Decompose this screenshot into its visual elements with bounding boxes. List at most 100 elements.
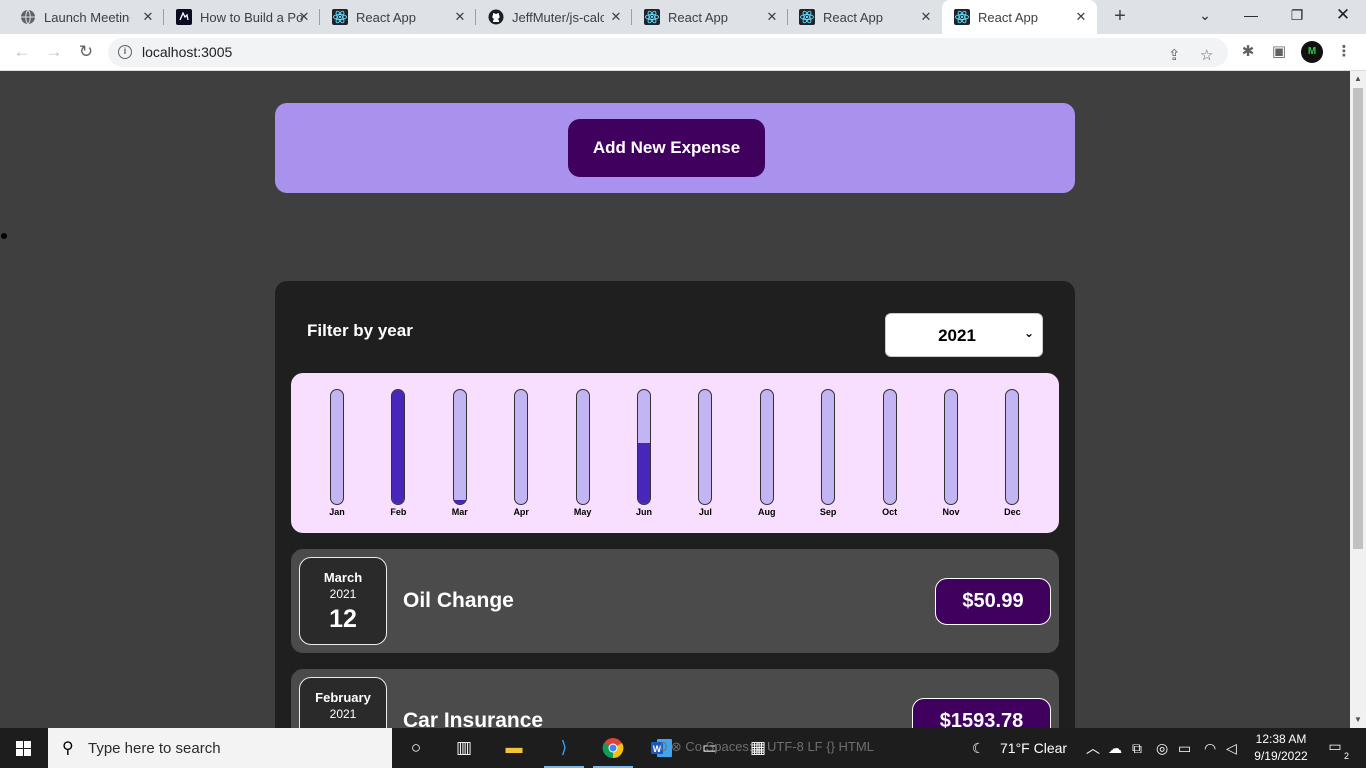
selected-year: 2021 [938,326,976,345]
taskbar-search-box[interactable]: ⚲ Type here to search [48,728,392,768]
chart-bar-track [1005,389,1020,505]
chart-bar-fill [638,443,650,504]
chart-bar-label: Feb [390,507,407,517]
windows-logo-icon [16,741,31,756]
year-filter-select[interactable]: 2021 ⌄ [885,313,1043,357]
scroll-down-arrow-icon[interactable]: ▼ [1350,712,1366,728]
chart-bar-aug: Aug [752,373,782,533]
expense-amount: $50.99 [935,578,1051,625]
clock-date: 9/19/2022 [1254,749,1308,763]
chart-bar-label: Apr [513,507,529,517]
tab-close-icon[interactable]: ✕ [452,9,468,25]
back-icon[interactable]: ← [10,40,34,64]
notifications-icon[interactable]: ▭ 2 [1324,738,1349,761]
wifi-icon[interactable]: ◠ [1204,728,1216,768]
browser-tab[interactable]: Launch Meeting - ✕ [0,0,164,34]
chart-bar-fill [453,500,466,504]
browser-tab[interactable]: JeffMuter/js-calc ✕ [476,0,632,34]
tab-close-icon[interactable]: ✕ [1073,9,1089,25]
weather-text[interactable]: 71°F Clear [1000,728,1067,768]
browser-tab[interactable]: React App ✕ [632,0,788,34]
browser-tab-active[interactable]: React App ✕ [942,0,1097,34]
tab-close-icon[interactable]: ✕ [296,9,312,25]
chart-bar-track [330,389,344,505]
side-panel-icon[interactable]: ▣ [1267,40,1291,64]
onedrive-cloud-icon[interactable]: ☁ [1108,728,1122,768]
vscode-icon[interactable]: ⟩ [540,728,588,768]
restore-icon[interactable]: ❐ [1274,0,1320,30]
new-tab-icon[interactable]: + [1108,5,1132,29]
tab-search-chevron-icon[interactable]: ⌄ [1182,0,1228,30]
expense-title: Car Insurance [403,709,544,728]
chart-bar-label: Jan [329,507,345,517]
battery-icon[interactable]: ▭ [1178,728,1191,768]
add-new-expense-button[interactable]: Add New Expense [568,119,765,177]
chart-bar-label: Sep [819,507,837,517]
tab-title: Launch Meeting - [44,9,130,25]
expense-title: Oil Change [403,589,514,612]
forward-icon[interactable]: → [42,40,66,64]
reload-icon[interactable]: ↻ [74,40,98,64]
chrome-icon[interactable] [589,728,637,768]
page-scrollbar[interactable]: ▲ ▼ [1350,71,1366,728]
minimize-icon[interactable]: — [1228,0,1274,30]
task-view-icon[interactable]: ▥ [440,728,488,768]
extensions-puzzle-icon[interactable]: ✱ [1236,40,1260,64]
page-viewport: Add New Expense Filter by year 2021 ⌄ Ja… [0,71,1350,728]
file-explorer-icon[interactable]: ▬ [490,728,538,768]
expense-date-month: March [323,570,363,585]
tab-title: JeffMuter/js-calc [512,9,604,25]
bookmark-star-icon[interactable]: ☆ [1200,46,1213,64]
app-icon[interactable]: ▦ [734,728,782,768]
share-icon[interactable]: ⇪ [1168,46,1181,64]
chart-bar-track [698,389,713,505]
browser-tab[interactable]: React App ✕ [787,0,942,34]
chart-bar-jul: Jul [690,373,720,533]
tab-close-icon[interactable]: ✕ [918,9,934,25]
expense-item: March 2021 12 Oil Change $50.99 [291,549,1059,653]
chart-bar-fill [392,390,405,504]
windows-taskbar: ⚲ Type here to search ○ ▥ ▬ ⟩ W ▭ 0 ⊗ Co… [0,728,1366,768]
chart-bar-track [575,389,590,505]
tab-close-icon[interactable]: ✕ [608,9,624,25]
github-icon [488,9,504,25]
tab-close-icon[interactable]: ✕ [764,9,780,25]
tab-title: React App [668,9,728,25]
tray-app-icon[interactable]: ⧉ [1132,728,1142,768]
chart-bar-label: May [573,507,592,517]
expense-date-year: 2021 [329,707,357,721]
expenses-chart: Jan Feb Mar Apr May Jun Jul Aug Sep Oct Nov Dec [291,373,1059,533]
profile-avatar[interactable]: M [1301,41,1323,63]
taskbar-clock[interactable]: 12:38 AM 9/19/2022 [1248,731,1314,765]
weather-moon-icon[interactable]: ☾ [972,728,985,768]
address-bar[interactable]: i localhost:3005 ⇪ ☆ [108,38,1228,67]
browser-tab[interactable]: How to Build a Po ✕ [164,0,320,34]
tab-close-icon[interactable]: ✕ [140,9,156,25]
cortana-icon[interactable]: ○ [392,728,440,768]
scroll-up-arrow-icon[interactable]: ▲ [1350,71,1366,87]
start-button[interactable] [0,728,48,768]
browser-toolbar: ← → ↻ i localhost:3005 ⇪ ☆ ✱ ▣ M ⋮ [0,34,1366,71]
site-logo-icon [176,9,192,25]
chart-bar-feb: Feb [383,373,413,533]
browser-menu-icon[interactable]: ⋮ [1332,40,1356,64]
chart-bar-jan: Jan [322,373,352,533]
notification-count: 2 [1343,751,1349,761]
window-close-icon[interactable]: ✕ [1320,0,1366,30]
volume-icon[interactable]: ◁ [1226,728,1237,768]
browser-tab[interactable]: React App ✕ [320,0,476,34]
expense-date-day: 12 [329,605,357,633]
webcam-icon[interactable]: ◎ [1156,728,1168,768]
expense-date: February 2021 [299,677,387,728]
scrollbar-thumb[interactable] [1353,88,1363,549]
chart-bar-track [759,389,774,505]
filter-by-year-label: Filter by year [307,321,413,340]
expense-amount: $1593.78 [912,698,1051,728]
show-hidden-icons-chevron-icon[interactable]: ︿ [1086,728,1100,768]
react-icon [799,9,815,25]
chart-bar-may: May [568,373,598,533]
expense-date-year: 2021 [329,587,357,601]
chart-bar-label: Aug [758,507,776,517]
browser-tab-strip: Launch Meeting - ✕ How to Build a Po ✕ R… [0,0,1366,34]
site-info-icon[interactable]: i [118,45,132,59]
